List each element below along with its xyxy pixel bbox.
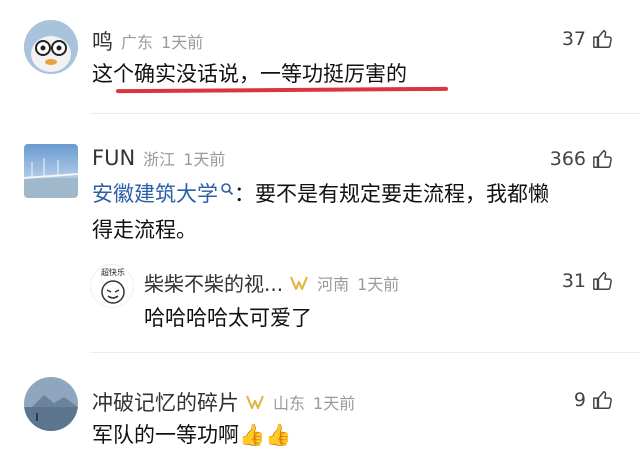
username[interactable]: 冲破记忆的碎片 [92,387,239,417]
search-icon[interactable] [220,182,234,196]
like-button[interactable]: 9 [574,389,614,411]
thumbs-up-icon [593,391,612,409]
like-button[interactable]: 31 [562,270,614,292]
thumbs-up-icon [593,272,612,290]
reply-item: 超快乐 柴柴不柴的视... 河南 1天前 31 哈哈哈哈太可爱了 [0,254,640,350]
like-button[interactable]: 366 [550,148,614,170]
avatar[interactable] [24,144,78,198]
comment-text: 哈哈哈哈太可爱了 [144,306,312,330]
location: 广东 [121,33,154,52]
comment-item: 冲破记忆的碎片 山东 1天前 9 军队的一等功啊👍👍 [0,353,640,463]
location: 山东 [273,394,306,413]
like-button[interactable]: 37 [562,28,614,50]
like-count: 31 [561,270,586,292]
comment-text: 军队的一等功啊👍👍 [92,423,292,447]
like-count: 37 [561,28,586,50]
vip-badge-icon [290,276,309,290]
avatar[interactable] [24,377,78,431]
comment-meta: 广东 1天前 [121,29,203,53]
comment-meta: 浙江 1天前 [143,146,225,170]
sea-avatar-icon [24,377,78,431]
cartoon-avatar-icon [24,20,78,74]
location: 河南 [317,274,350,294]
avatar[interactable] [24,20,78,74]
comment-meta: 河南 1天前 [317,271,399,295]
comment-meta: 山东 1天前 [273,390,355,414]
username[interactable]: 鸣 [92,26,113,56]
vip-badge-icon [245,395,265,410]
avatar-caption: 超快乐 [101,268,125,277]
comment-text-line1: ：要不是有规定要走流程，我都懒 [234,182,549,206]
timestamp: 1天前 [357,274,400,294]
comment-item: FUN 浙江 1天前 366 安徽建筑大学 ：要不是有规定要走流程，我都懒 得走流程… [0,114,640,350]
comment-item: 鸣 广东 1天前 37 这个确实没话说，一等功挺厉害的 [0,0,640,112]
avatar[interactable]: 超快乐 [90,264,134,308]
landscape-avatar-icon [24,144,78,198]
username[interactable]: 柴柴不柴的视... [144,268,283,297]
like-count: 9 [573,389,586,411]
timestamp: 1天前 [161,33,204,52]
comment-list: 鸣 广东 1天前 37 这个确实没话说，一等功挺厉害的 FUN 浙江 1天前 3… [0,0,640,463]
username[interactable]: FUN [92,146,135,170]
timestamp: 1天前 [183,150,226,169]
thumbs-up-icon [593,30,612,48]
comment-text: 安徽建筑大学 ：要不是有规定要走流程，我都懒 得走流程。 [92,176,622,248]
thumbs-up-icon [593,150,612,168]
location: 浙江 [143,150,176,169]
like-count: 366 [549,148,586,170]
mention-link[interactable]: 安徽建筑大学 [92,182,218,206]
timestamp: 1天前 [313,394,356,413]
comment-text-line2: 得走流程。 [92,218,197,242]
